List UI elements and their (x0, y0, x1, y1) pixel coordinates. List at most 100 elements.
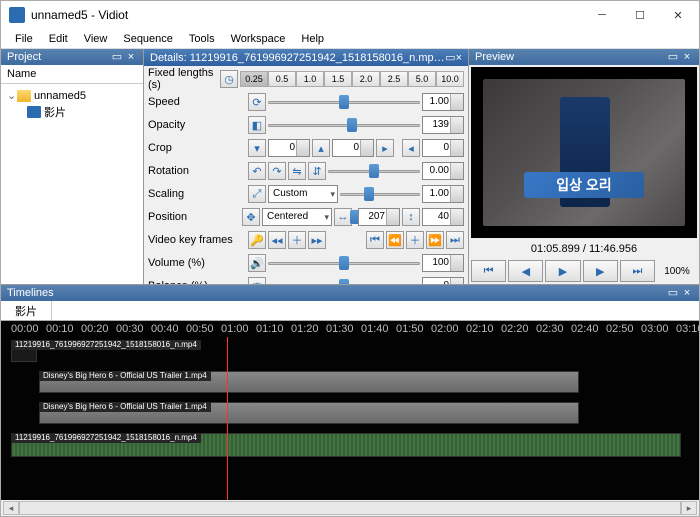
zoom-level[interactable]: 100% (657, 266, 697, 277)
minimize-button[interactable]: ─ (583, 1, 621, 29)
panel-close-icon[interactable]: × (681, 51, 693, 63)
panel-dock-icon[interactable]: ▭ (445, 51, 455, 64)
kf-first-icon[interactable]: ⏮ (366, 231, 384, 249)
pos-x-input[interactable]: 207 (358, 208, 400, 226)
panel-close-icon[interactable]: × (456, 52, 462, 64)
crop-top-input[interactable]: 0 (268, 139, 310, 157)
crop-bottom-input[interactable]: 0 (332, 139, 374, 157)
crop-input-3[interactable]: 0 (422, 139, 464, 157)
details-panel-title: Details: 11219916_761996927251942_151815… (144, 49, 468, 66)
pos-y-input[interactable]: 40 (422, 208, 464, 226)
menu-help[interactable]: Help (293, 31, 332, 47)
video-track-2[interactable]: Disney's Big Hero 6 - Official US Traile… (1, 371, 699, 399)
opacity-icon[interactable]: ◧ (248, 116, 266, 134)
row-speed: Speed ⟳ 1.00 (148, 91, 464, 113)
volume-slider[interactable] (268, 255, 420, 271)
project-column-header[interactable]: Name (1, 65, 143, 84)
menu-edit[interactable]: Edit (41, 31, 76, 47)
panel-dock-icon[interactable]: ▭ (111, 51, 123, 63)
kf-fwd-icon[interactable]: ⏩ (426, 231, 444, 249)
length-btn-100[interactable]: 10.0 (436, 71, 464, 87)
position-icon[interactable]: ✥ (242, 208, 260, 226)
menu-file[interactable]: File (7, 31, 41, 47)
length-btn-10[interactable]: 1.0 (296, 71, 324, 87)
rotate-ccw-icon[interactable]: ↶ (248, 162, 266, 180)
menu-tools[interactable]: Tools (181, 31, 223, 47)
opacity-input[interactable]: 139 (422, 116, 464, 134)
length-btn-20[interactable]: 2.0 (352, 71, 380, 87)
clock-icon[interactable]: ◷ (220, 70, 238, 88)
balance-slider[interactable] (268, 278, 420, 284)
audio-track-1[interactable]: 11219916_761996927251942_1518158016_n.mp… (1, 433, 699, 467)
length-btn-25[interactable]: 2.5 (380, 71, 408, 87)
timeline-tracks[interactable]: 11219916_761996927251942_1518158016_n.mp… (1, 337, 699, 500)
kf-add-icon[interactable]: ＋ (288, 231, 306, 249)
rotate-cw-icon[interactable]: ↷ (268, 162, 286, 180)
crop-up-icon[interactable]: ▴ (312, 139, 330, 157)
balance-icon[interactable]: ⚖ (248, 277, 266, 284)
ruler-tick: 01:00 (221, 323, 249, 335)
length-btn-05[interactable]: 0.5 (268, 71, 296, 87)
preview-viewport[interactable]: 입상 오리 (471, 67, 697, 238)
pos-y-icon[interactable]: ↕ (402, 208, 420, 226)
speed-input[interactable]: 1.00 (422, 93, 464, 111)
play-button[interactable]: ▶ (545, 260, 580, 282)
length-btn-025[interactable]: 0.25 (240, 71, 268, 87)
menubar: File Edit View Sequence Tools Workspace … (1, 29, 699, 49)
rotation-slider[interactable] (328, 163, 420, 179)
timeline-hscroll[interactable]: ◂ ▸ (1, 500, 699, 516)
playhead[interactable] (227, 337, 228, 500)
length-btn-50[interactable]: 5.0 (408, 71, 436, 87)
kf-key-icon[interactable]: 🔑 (248, 231, 266, 249)
scroll-track[interactable] (19, 501, 681, 515)
panel-dock-icon[interactable]: ▭ (667, 287, 679, 299)
goto-end-button[interactable]: ⏭ (620, 260, 655, 282)
speed-icon[interactable]: ⟳ (248, 93, 266, 111)
scaling-combo[interactable]: Custom (268, 185, 338, 203)
kf-last-icon[interactable]: ⏭ (446, 231, 464, 249)
flip-h-icon[interactable]: ⇋ (288, 162, 306, 180)
scaling-slider[interactable] (340, 186, 420, 202)
scroll-left-button[interactable]: ◂ (3, 501, 19, 515)
timeline-ruler[interactable]: 00:0000:1000:2000:3000:4000:5001:0001:10… (1, 321, 699, 337)
caret-down-icon[interactable]: ⌄ (7, 89, 17, 102)
maximize-button[interactable]: ☐ (621, 1, 659, 29)
panel-close-icon[interactable]: × (681, 287, 693, 299)
volume-input[interactable]: 100 (422, 254, 464, 272)
menu-workspace[interactable]: Workspace (223, 31, 294, 47)
position-combo[interactable]: Centered (262, 208, 332, 226)
ruler-tick: 00:00 (11, 323, 39, 335)
menu-view[interactable]: View (76, 31, 116, 47)
speed-slider[interactable] (268, 94, 420, 110)
opacity-slider[interactable] (268, 117, 420, 133)
timeline-tab[interactable]: 影片 (1, 301, 52, 320)
ruler-tick: 00:10 (46, 323, 74, 335)
step-back-button[interactable]: ◀ (508, 260, 543, 282)
close-button[interactable]: ✕ (659, 1, 697, 29)
crop-right-icon[interactable]: ▸ (376, 139, 394, 157)
pos-x-slider[interactable] (354, 209, 356, 225)
scale-icon[interactable]: ⤢ (248, 185, 266, 203)
video-track-1[interactable]: 11219916_761996927251942_1518158016_n.mp… (1, 340, 699, 368)
crop-left-icon[interactable]: ◂ (402, 139, 420, 157)
kf-back-icon[interactable]: ⏪ (386, 231, 404, 249)
scroll-right-button[interactable]: ▸ (681, 501, 697, 515)
goto-start-button[interactable]: ⏮ (471, 260, 506, 282)
length-btn-15[interactable]: 1.5 (324, 71, 352, 87)
panel-close-icon[interactable]: × (125, 51, 137, 63)
speaker-icon[interactable]: 🔊 (248, 254, 266, 272)
flip-v-icon[interactable]: ⇵ (308, 162, 326, 180)
tree-root[interactable]: ⌄ unnamed5 (5, 88, 139, 103)
rotation-input[interactable]: 0.00 (422, 162, 464, 180)
scaling-input[interactable]: 1.00 (422, 185, 464, 203)
video-track-3[interactable]: Disney's Big Hero 6 - Official US Traile… (1, 402, 699, 430)
kf-next-icon[interactable]: ▸▸ (308, 231, 326, 249)
kf-plus-icon[interactable]: ＋ (406, 231, 424, 249)
crop-down-icon[interactable]: ▾ (248, 139, 266, 157)
step-forward-button[interactable]: ▶ (583, 260, 618, 282)
kf-prev-icon[interactable]: ◂◂ (268, 231, 286, 249)
menu-sequence[interactable]: Sequence (115, 31, 181, 47)
balance-input[interactable]: 0 (422, 277, 464, 284)
panel-dock-icon[interactable]: ▭ (667, 51, 679, 63)
tree-child[interactable]: 影片 (5, 103, 139, 121)
